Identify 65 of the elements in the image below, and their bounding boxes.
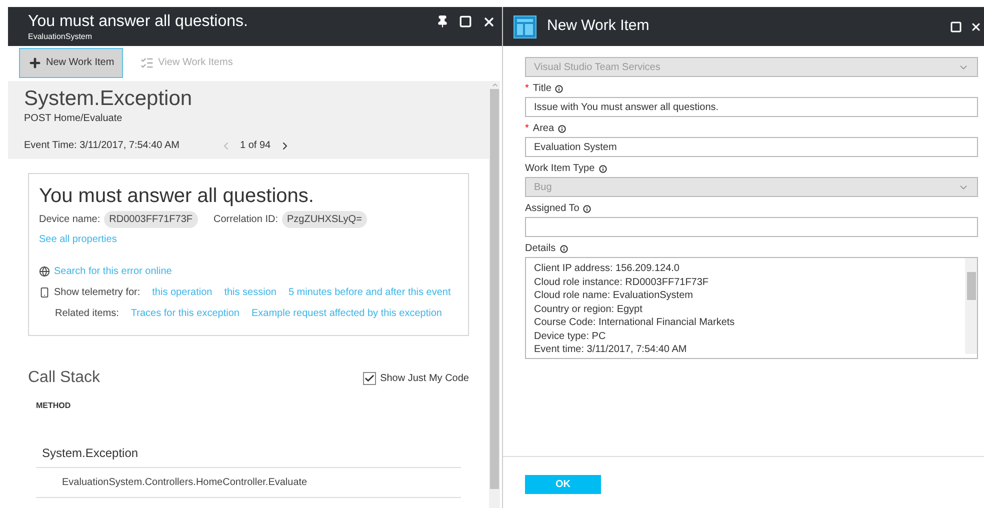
telemetry-label: Show telemetry for:: [54, 286, 140, 300]
device-icon: [39, 287, 50, 298]
scrollbar[interactable]: [965, 258, 977, 354]
details-line: Event time: 3/11/2017, 7:54:40 AM: [534, 343, 688, 356]
search-link[interactable]: Search for this error online: [54, 264, 172, 279]
checkbox[interactable]: [363, 372, 376, 384]
property-value: RD0003FF71F73F: [104, 211, 198, 228]
property-value: PzgZUHXSLyQ=: [282, 211, 367, 228]
related-link[interactable]: Traces for this exception: [130, 306, 240, 321]
blade-subtitle: EvaluationSystem: [28, 31, 94, 43]
details-line: Country or region: Egypt: [534, 302, 644, 316]
blade-title: New Work Item: [547, 16, 650, 36]
field-label: Assigned To: [525, 202, 580, 216]
maximize-icon[interactable]: [459, 15, 472, 28]
blade-title: You must answer all questions.: [28, 13, 248, 31]
field-label: Title: [532, 82, 552, 96]
ok-button[interactable]: OK: [525, 475, 601, 494]
required-mark: *: [525, 122, 529, 136]
column-header: METHOD: [36, 400, 72, 412]
close-icon[interactable]: [970, 20, 982, 32]
checkbox-label: Show Just My Code: [380, 372, 469, 386]
event-time: Event Time: 3/11/2017, 7:54:40 AM: [24, 139, 180, 153]
details-line: Cloud role name: EvaluationSystem: [534, 289, 694, 302]
see-all-link[interactable]: See all properties: [39, 232, 458, 247]
field-label: Details: [525, 242, 556, 256]
field-label: Work Item Type: [525, 162, 595, 176]
info-icon: [555, 84, 564, 92]
stack-row[interactable]: System.Exception: [36, 438, 461, 468]
info-icon: [558, 124, 566, 132]
operation-name: POST Home/Evaluate: [24, 112, 124, 126]
property-label: Device name:: [39, 213, 100, 227]
globe-icon: [39, 266, 50, 277]
input-field[interactable]: Issue with You must answer all questions.: [525, 97, 978, 117]
info-icon: [560, 244, 568, 252]
related-link[interactable]: Example request affected by this exception: [252, 306, 442, 321]
input-field[interactable]: Evaluation System: [525, 137, 978, 157]
related-label: Related items:: [55, 307, 119, 321]
work-item-icon: [513, 14, 537, 38]
details-line: Client IP address: 156.209.124.0: [534, 262, 680, 276]
telemetry-link[interactable]: 5 minutes before and after this event: [288, 285, 451, 300]
input-field[interactable]: [525, 217, 978, 237]
telemetry-link[interactable]: this operation: [152, 285, 212, 300]
check-icon: [364, 372, 376, 384]
close-icon[interactable]: [482, 15, 496, 29]
stack-row[interactable]: EvaluationSystem.Controllers.HomeController.Evaluate: [36, 468, 461, 498]
plus-icon: [28, 56, 42, 70]
checklist-icon: [140, 56, 154, 70]
exception-type: System.Exception: [24, 87, 194, 111]
info-icon: [583, 204, 592, 212]
field-label: Area: [532, 122, 554, 136]
info-icon: [598, 164, 607, 172]
property-label: Correlation ID:: [214, 213, 278, 227]
details-line: Cloud role instance: RD0003FF71F73F: [534, 276, 710, 289]
pager-text: 1 of 94: [240, 139, 271, 153]
telemetry-link[interactable]: this session: [224, 285, 276, 300]
toolbar-button[interactable]: New Work Item: [19, 48, 124, 78]
details-line: Device type: PC: [534, 330, 607, 343]
details-field[interactable]: [525, 257, 978, 359]
scrollbar[interactable]: [489, 81, 500, 508]
pin-icon[interactable]: [436, 15, 449, 28]
required-mark: *: [525, 82, 529, 96]
details-line: Course Code: International Financial Markets: [534, 316, 735, 330]
call-stack-title: Call Stack: [28, 368, 100, 388]
maximize-icon[interactable]: [950, 20, 962, 32]
exception-message: You must answer all questions.: [39, 184, 315, 208]
